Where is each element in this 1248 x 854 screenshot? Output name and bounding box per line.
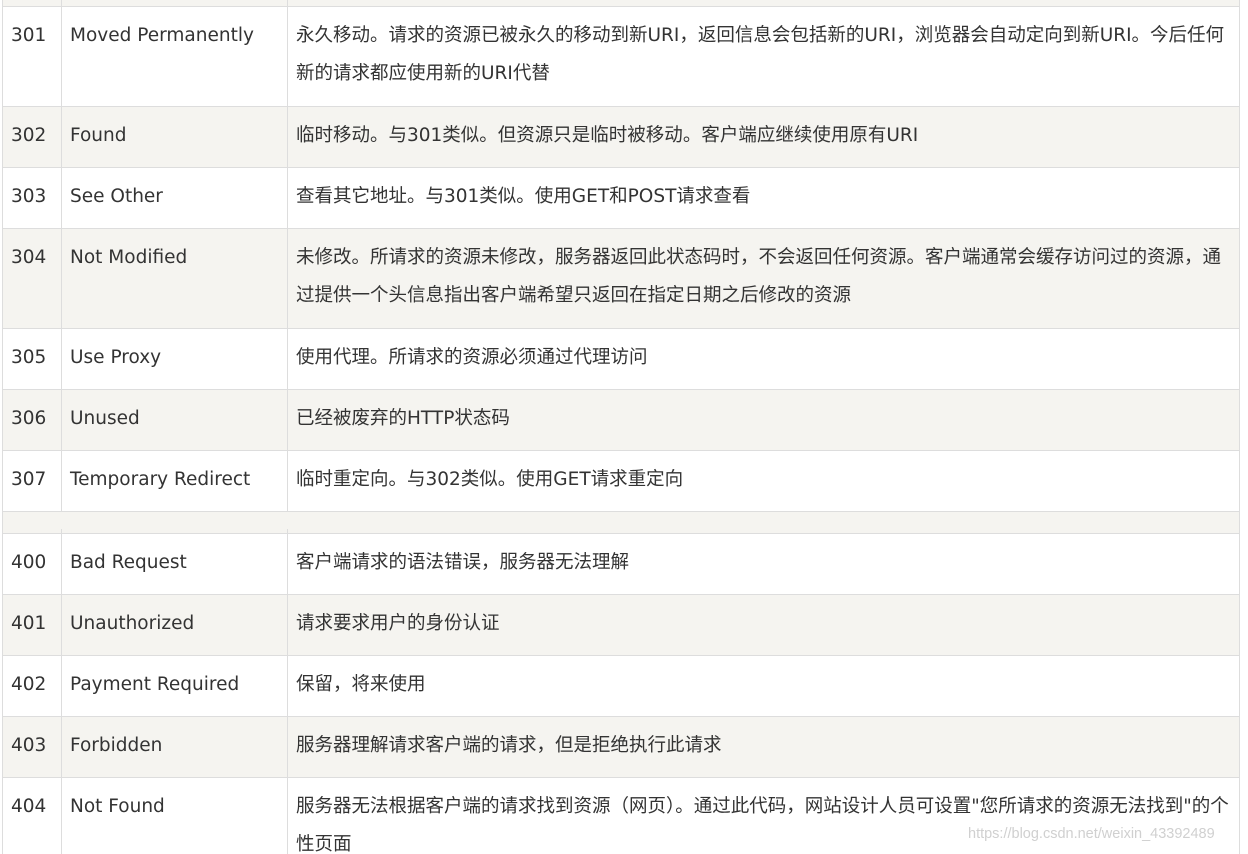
status-code: 307	[3, 446, 62, 511]
status-description: 临时重定向。与302类似。使用GET请求重定向	[296, 469, 684, 490]
table-row: 401 Unauthorized 请求要求用户的身份认证	[3, 590, 1239, 656]
status-name: Not Modified	[62, 224, 288, 328]
table-row: 301 Moved Permanently 永久移动。请求的资源已被永久的移动到…	[3, 2, 1239, 107]
table-row: 306 Unused 已经被废弃的HTTP状态码	[3, 385, 1239, 451]
table-row: 302 Found 临时移动。与301类似。但资源只是临时被移动。客户端应继续使…	[3, 102, 1239, 168]
status-name: Unauthorized	[62, 590, 288, 655]
table-row: 304 Not Modified 未修改。所请求的资源未修改，服务器返回此状态码…	[3, 224, 1239, 329]
status-name: Payment Required	[62, 651, 288, 716]
table-row: 404 Not Found 服务器无法根据客户端的请求找到资源（网页）。通过此代…	[3, 773, 1239, 854]
status-name: See Other	[62, 163, 288, 228]
status-name: Bad Request	[62, 529, 288, 594]
status-name: Unused	[62, 385, 288, 450]
status-description: 客户端请求的语法错误，服务器无法理解	[296, 552, 630, 573]
table-row: 307 Temporary Redirect 临时重定向。与302类似。使用GE…	[3, 446, 1239, 512]
table-row: 303 See Other 查看其它地址。与301类似。使用GET和POST请求…	[3, 163, 1239, 229]
status-name: Not Found	[62, 773, 288, 854]
status-code: 305	[3, 324, 62, 389]
status-code: 403	[3, 712, 62, 777]
table-row: 305 Use Proxy 使用代理。所请求的资源必须通过代理访问	[3, 324, 1239, 390]
status-description: 查看其它地址。与301类似。使用GET和POST请求查看	[296, 186, 751, 207]
status-description: 未修改。所请求的资源未修改，服务器返回此状态码时，不会返回任何资源。客户端通常会…	[296, 247, 1222, 306]
status-code: 302	[3, 102, 62, 167]
watermark-text: https://blog.csdn.net/weixin_43392489	[968, 826, 1215, 842]
table-row: 403 Forbidden 服务器理解请求客户端的请求，但是拒绝执行此请求	[3, 712, 1239, 778]
status-name: Moved Permanently	[62, 2, 288, 106]
status-code-table: 301 Moved Permanently 永久移动。请求的资源已被永久的移动到…	[2, 0, 1240, 854]
status-name: Use Proxy	[62, 324, 288, 389]
status-name: Found	[62, 102, 288, 167]
status-description: 已经被废弃的HTTP状态码	[296, 408, 510, 429]
table-row: 402 Payment Required 保留，将来使用	[3, 651, 1239, 717]
status-code: 301	[3, 2, 62, 106]
status-code: 303	[3, 163, 62, 228]
status-code: 402	[3, 651, 62, 716]
status-code: 306	[3, 385, 62, 450]
status-description: 永久移动。请求的资源已被永久的移动到新URI，返回信息会包括新的URI，浏览器会…	[296, 25, 1225, 84]
table-row: 400 Bad Request 客户端请求的语法错误，服务器无法理解	[3, 529, 1239, 595]
status-code: 400	[3, 529, 62, 594]
status-description: 保留，将来使用	[296, 674, 426, 695]
status-code: 404	[3, 773, 62, 854]
status-description: 服务器理解请求客户端的请求，但是拒绝执行此请求	[296, 735, 722, 756]
status-description: 请求要求用户的身份认证	[296, 613, 500, 634]
status-description: 使用代理。所请求的资源必须通过代理访问	[296, 347, 648, 368]
status-description: 临时移动。与301类似。但资源只是临时被移动。客户端应继续使用原有URI	[296, 125, 919, 146]
status-name: Temporary Redirect	[62, 446, 288, 511]
status-code: 304	[3, 224, 62, 328]
status-code: 401	[3, 590, 62, 655]
status-name: Forbidden	[62, 712, 288, 777]
